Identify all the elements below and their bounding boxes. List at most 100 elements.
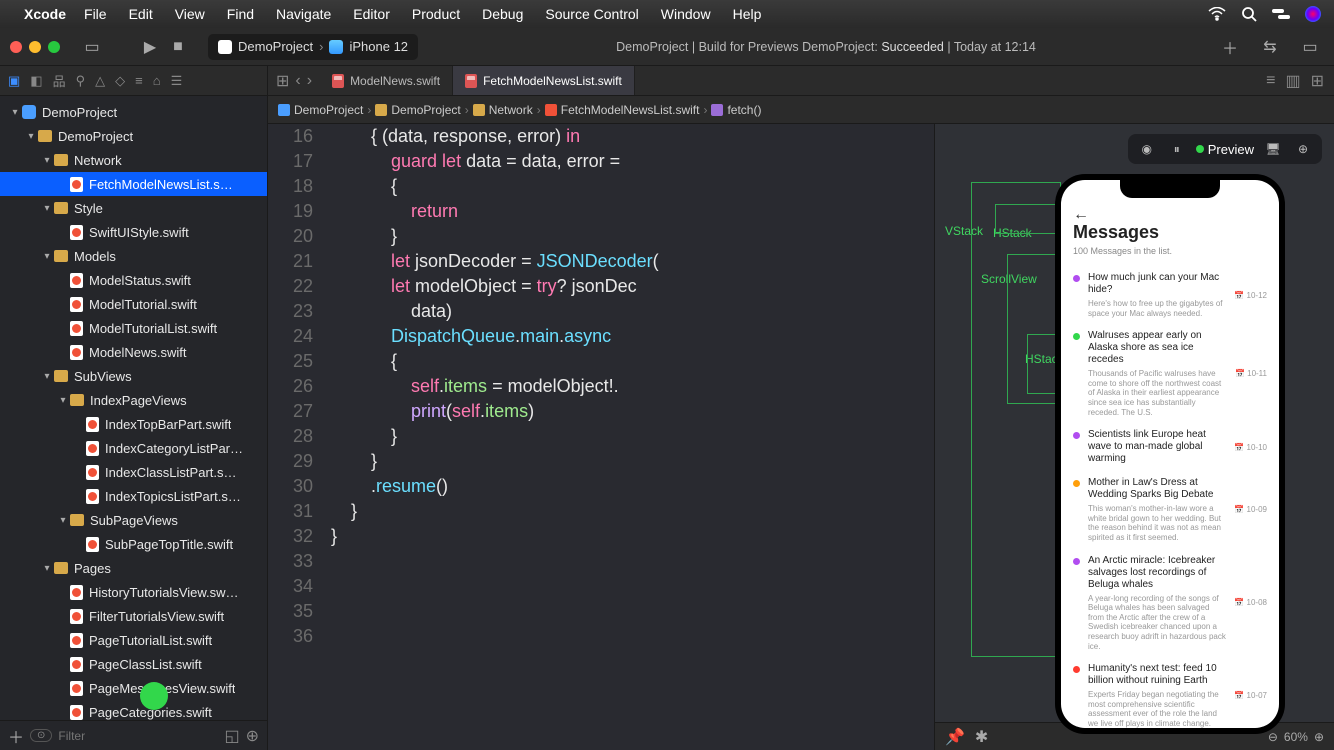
test-navigator-icon[interactable]: ◇ xyxy=(115,73,125,89)
tree-row[interactable]: PageClassList.swift xyxy=(0,652,267,676)
duplicate-preview-button[interactable]: ⊕ xyxy=(1292,138,1314,160)
run-button[interactable]: ▶ xyxy=(136,35,164,59)
project-navigator-icon[interactable]: ▣ xyxy=(8,73,20,89)
tree-row[interactable]: ▾Style xyxy=(0,196,267,220)
menu-editor[interactable]: Editor xyxy=(353,6,390,22)
disclosure-icon[interactable]: ▾ xyxy=(56,515,70,526)
tree-row[interactable]: ▾Models xyxy=(0,244,267,268)
tree-row[interactable]: ▾DemoProject xyxy=(0,100,267,124)
tree-row[interactable]: PageMessagesView.swift xyxy=(0,676,267,700)
add-editor-icon[interactable]: ⊞ xyxy=(1311,71,1324,91)
menu-help[interactable]: Help xyxy=(733,6,762,22)
menu-product[interactable]: Product xyxy=(412,6,460,22)
code-editor[interactable]: 1617181920212223242526272829303132333435… xyxy=(268,124,934,750)
message-row[interactable]: Walruses appear early on Alaska shore as… xyxy=(1073,324,1267,423)
message-row[interactable]: Scientists link Europe heat wave to man-… xyxy=(1073,423,1267,471)
menu-source-control[interactable]: Source Control xyxy=(545,6,638,22)
editor-layout-icon[interactable]: ≡ xyxy=(1266,72,1275,90)
scm-filter-icon[interactable]: ⊕ xyxy=(246,726,259,746)
tree-row[interactable]: ▾Pages xyxy=(0,556,267,580)
tree-row[interactable]: HistoryTutorialsView.sw… xyxy=(0,580,267,604)
message-row[interactable]: How much junk can your Mac hide?Here's h… xyxy=(1073,266,1267,324)
add-file-button[interactable]: ＋ xyxy=(8,724,24,748)
recent-filter-icon[interactable]: ◱ xyxy=(224,726,239,746)
message-list[interactable]: How much junk can your Mac hide?Here's h… xyxy=(1061,262,1279,728)
breadcrumb-item[interactable]: DemoProject xyxy=(294,103,363,117)
message-row[interactable]: Humanity's next test: feed 10 billion wi… xyxy=(1073,657,1267,728)
breadcrumb-item[interactable]: DemoProject xyxy=(391,103,460,117)
tree-row[interactable]: ▾DemoProject xyxy=(0,124,267,148)
disclosure-icon[interactable]: ▾ xyxy=(8,107,22,118)
tree-row[interactable]: ModelStatus.swift xyxy=(0,268,267,292)
add-button[interactable]: ＋ xyxy=(1216,35,1244,59)
breakpoint-navigator-icon[interactable]: ⌂ xyxy=(153,73,161,88)
tree-row[interactable]: ModelTutorialList.swift xyxy=(0,316,267,340)
back-arrow-icon[interactable]: ← xyxy=(1073,206,1089,223)
scheme-selector[interactable]: DemoProject › iPhone 12 xyxy=(208,34,418,60)
breadcrumb-item[interactable]: Network xyxy=(489,103,533,117)
message-row[interactable]: An Arctic miracle: Icebreaker salvages l… xyxy=(1073,549,1267,658)
report-navigator-icon[interactable]: ☰ xyxy=(171,73,183,89)
close-window-button[interactable] xyxy=(10,41,22,53)
tree-row[interactable]: SubPageTopTitle.swift xyxy=(0,532,267,556)
breadcrumb-item[interactable]: FetchModelNewsList.swift xyxy=(561,103,700,117)
tree-row[interactable]: IndexCategoryListPar… xyxy=(0,436,267,460)
tree-row[interactable]: SwiftUIStyle.swift xyxy=(0,220,267,244)
toggle-inspector-button[interactable]: ▭ xyxy=(1296,35,1324,59)
tree-row[interactable]: PageTutorialList.swift xyxy=(0,628,267,652)
app-name[interactable]: Xcode xyxy=(24,6,66,22)
disclosure-icon[interactable]: ▾ xyxy=(40,251,54,262)
device-settings-button[interactable]: 🖥 xyxy=(1262,138,1284,160)
editor-tab-active[interactable]: FetchModelNewsList.swift xyxy=(453,66,635,95)
tree-row[interactable]: ▾IndexPageViews xyxy=(0,388,267,412)
editor-tab-inactive[interactable]: ModelNews.swift xyxy=(320,66,453,95)
forward-button[interactable]: › xyxy=(307,72,312,90)
menu-file[interactable]: File xyxy=(84,6,107,22)
disclosure-icon[interactable]: ▾ xyxy=(40,371,54,382)
tree-row[interactable]: ▾SubViews xyxy=(0,364,267,388)
tree-row[interactable]: IndexTopBarPart.swift xyxy=(0,412,267,436)
menu-navigate[interactable]: Navigate xyxy=(276,6,331,22)
menu-find[interactable]: Find xyxy=(227,6,254,22)
filter-input[interactable] xyxy=(58,729,218,743)
filter-scope-button[interactable]: ⊙ xyxy=(30,729,52,742)
debug-navigator-icon[interactable]: ≡ xyxy=(135,73,143,88)
disclosure-icon[interactable]: ▾ xyxy=(40,203,54,214)
tree-row[interactable]: ▾Network xyxy=(0,148,267,172)
wifi-icon[interactable] xyxy=(1208,5,1226,23)
tree-row[interactable]: ModelNews.swift xyxy=(0,340,267,364)
jump-bar[interactable]: DemoProject› DemoProject› Network› Fetch… xyxy=(268,96,1334,124)
zoom-window-button[interactable] xyxy=(48,41,60,53)
live-preview-button[interactable]: ◉ xyxy=(1136,138,1158,160)
adjust-editor-icon[interactable]: ▥ xyxy=(1285,71,1300,91)
preview-error-icon[interactable]: ✱ xyxy=(975,727,988,747)
device-screen[interactable]: ← Messages 100 Messages in the list. How… xyxy=(1061,180,1279,728)
source-control-navigator-icon[interactable]: ◧ xyxy=(30,73,42,89)
back-button[interactable]: ‹ xyxy=(295,72,300,90)
minimize-window-button[interactable] xyxy=(29,41,41,53)
menu-debug[interactable]: Debug xyxy=(482,6,523,22)
stop-button[interactable]: ■ xyxy=(164,35,192,59)
toggle-sidebar-button[interactable]: ▭ xyxy=(78,35,106,59)
breadcrumb-item[interactable]: fetch() xyxy=(727,103,761,117)
disclosure-icon[interactable]: ▾ xyxy=(40,563,54,574)
message-row[interactable]: Mother in Law's Dress at Wedding Sparks … xyxy=(1073,471,1267,548)
tree-row[interactable]: ▾SubPageViews xyxy=(0,508,267,532)
tree-row[interactable]: FetchModelNewsList.s… xyxy=(0,172,267,196)
issue-navigator-icon[interactable]: △ xyxy=(95,73,105,89)
pause-preview-button[interactable]: ⏸ xyxy=(1166,138,1188,160)
disclosure-icon[interactable]: ▾ xyxy=(40,155,54,166)
symbol-navigator-icon[interactable]: 品 xyxy=(53,71,66,90)
search-icon[interactable] xyxy=(1240,5,1258,23)
tree-row[interactable]: IndexTopicsListPart.s… xyxy=(0,484,267,508)
code-review-button[interactable]: ⇆ xyxy=(1256,35,1284,59)
zoom-in-button[interactable]: ⊕ xyxy=(1314,730,1324,744)
tree-row[interactable]: PageCategories.swift xyxy=(0,700,267,720)
tree-row[interactable]: FilterTutorialsView.swift xyxy=(0,604,267,628)
tree-row[interactable]: ModelTutorial.swift xyxy=(0,292,267,316)
menu-edit[interactable]: Edit xyxy=(129,6,153,22)
siri-icon[interactable] xyxy=(1304,5,1322,23)
zoom-out-button[interactable]: ⊖ xyxy=(1268,730,1278,744)
tree-row[interactable]: IndexClassListPart.s… xyxy=(0,460,267,484)
pin-preview-icon[interactable]: 📌 xyxy=(945,727,965,747)
